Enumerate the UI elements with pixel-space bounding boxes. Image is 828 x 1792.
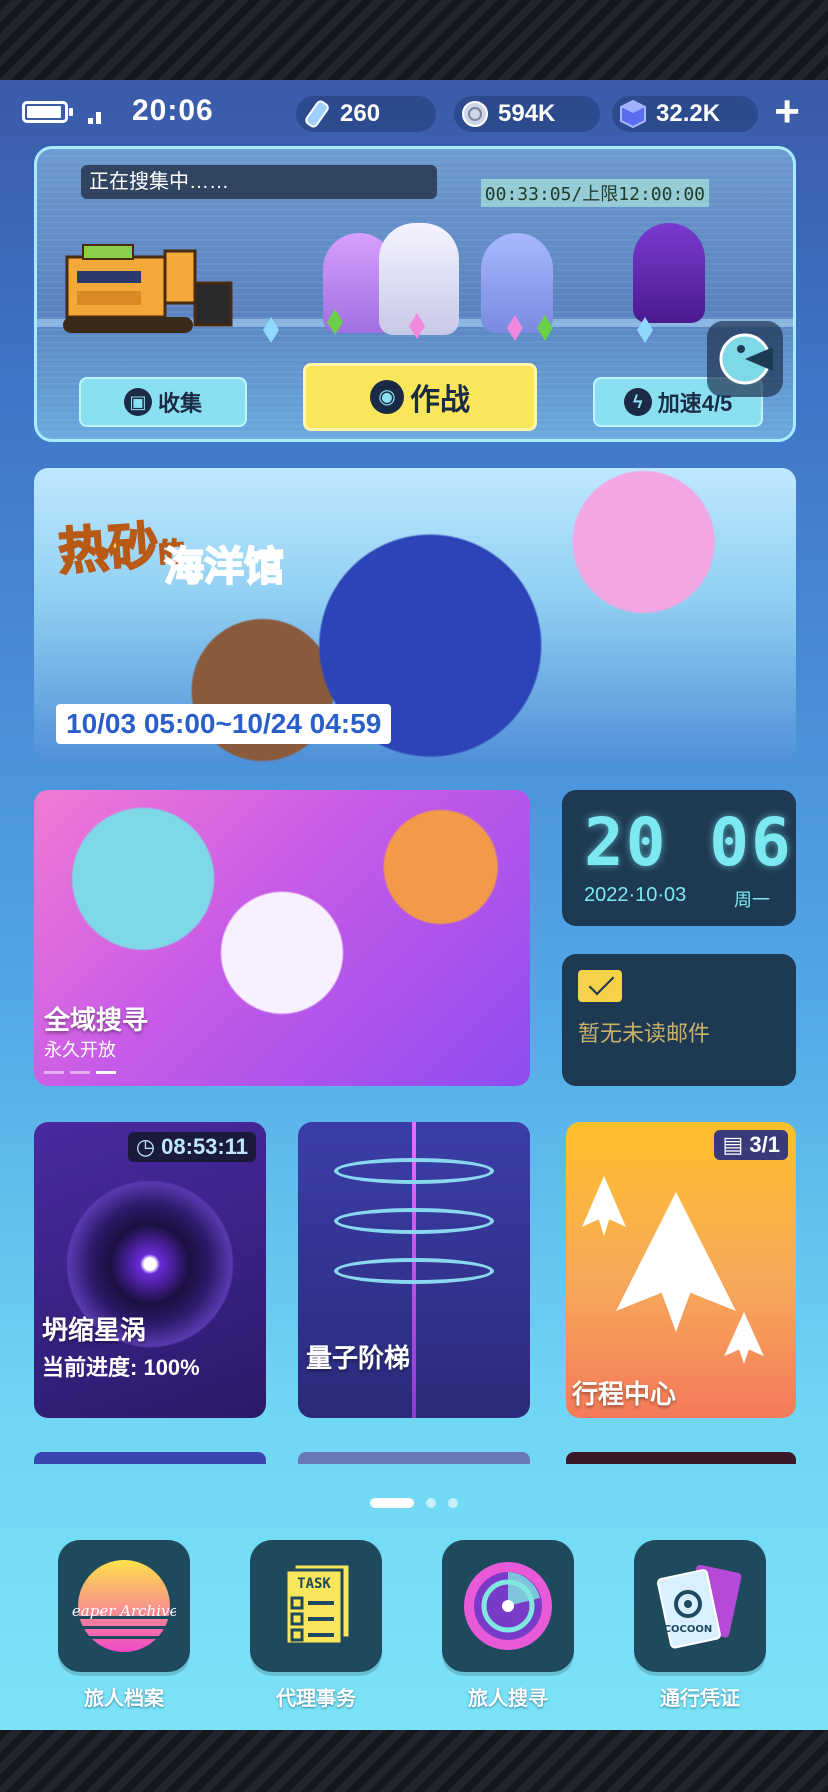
gathering-status-text: 正在搜集中…… bbox=[81, 165, 437, 199]
gem-value: 32.2K bbox=[656, 100, 721, 127]
global-search-tile[interactable]: 全域搜寻 永久开放 bbox=[34, 790, 530, 1086]
add-resource-button[interactable]: + bbox=[774, 90, 800, 134]
quantum-ladder-tile[interactable]: 量子阶梯 bbox=[298, 1122, 530, 1418]
dock-label-traveler-archives: 旅人档案 bbox=[84, 1688, 164, 1710]
clock-weekday: 周一 bbox=[734, 890, 770, 910]
spaceship-icon bbox=[582, 1176, 626, 1236]
banner-title-part1: 热砂 bbox=[55, 516, 161, 581]
quantum-ring bbox=[334, 1208, 494, 1234]
vortex-timer-value: 08:53:11 bbox=[161, 1134, 248, 1159]
dock-item-pass-voucher[interactable]: COCOON 通行凭证 bbox=[634, 1540, 766, 1711]
page-indicator bbox=[0, 1498, 828, 1508]
radar-icon[interactable] bbox=[442, 1540, 574, 1672]
side-float-button[interactable] bbox=[707, 321, 783, 397]
coin-icon bbox=[458, 97, 492, 131]
clock-icon: ◷ bbox=[135, 1134, 156, 1159]
pacman-companion-icon bbox=[719, 333, 773, 385]
top-bezel bbox=[0, 0, 828, 80]
vortex-progress-label: 当前进度: bbox=[42, 1355, 138, 1380]
coin-pill[interactable]: 594K bbox=[454, 96, 600, 132]
stamina-pill[interactable]: 260 bbox=[296, 96, 436, 132]
next-tile-peek bbox=[566, 1452, 796, 1464]
task-label-text: TASK bbox=[297, 1576, 331, 1592]
cube-icon: ▣ bbox=[123, 388, 152, 416]
ticket-badge: ▤ 3/1 bbox=[714, 1130, 788, 1160]
event-banner[interactable]: 热砂的 海洋馆 10/03 05:00~10/24 04:59 bbox=[34, 468, 796, 764]
coin-value: 594K bbox=[498, 100, 556, 127]
battle-label: 作战 bbox=[410, 384, 470, 417]
bottom-dock: Leaper Archives 旅人档案 TASK 代理事务 bbox=[0, 1540, 828, 1716]
carousel-indicator bbox=[44, 1071, 116, 1074]
travel-center-tile[interactable]: ▤ 3/1 行程中心 bbox=[566, 1122, 796, 1418]
collapse-vortex-tile[interactable]: ◷ 08:53:11 坍缩星涡 当前进度: 100% bbox=[34, 1122, 266, 1418]
task-list-icon[interactable]: TASK bbox=[250, 1540, 382, 1672]
dock-item-traveler-archives[interactable]: Leaper Archives 旅人档案 bbox=[58, 1540, 190, 1711]
status-bar: 20:06 260 594K 32.2K + bbox=[0, 80, 828, 144]
gathering-panel: 正在搜集中…… 00:33:05/上限12:00:00 ▣ 收集 ◉ 作战 ϟ … bbox=[34, 146, 796, 442]
gem-cube-icon bbox=[616, 97, 650, 131]
leaper-archives-icon[interactable]: Leaper Archives bbox=[58, 1540, 190, 1672]
dock-label-traveler-search: 旅人搜寻 bbox=[468, 1688, 548, 1710]
status-time: 20:06 bbox=[132, 94, 214, 127]
clock-date: 2022·10·03 bbox=[584, 884, 687, 906]
quantum-ring bbox=[334, 1258, 494, 1284]
dock-item-traveler-search[interactable]: 旅人搜寻 bbox=[442, 1540, 574, 1711]
mail-widget[interactable]: 暂无未读邮件 bbox=[562, 954, 796, 1086]
collect-button[interactable]: ▣ 收集 bbox=[79, 377, 247, 427]
travel-center-title: 行程中心 bbox=[572, 1379, 677, 1409]
ticket-count: 3/1 bbox=[749, 1132, 780, 1157]
spaceship-icon bbox=[724, 1312, 764, 1364]
harvester-machine-icon bbox=[63, 244, 233, 333]
vortex-progress-value: 100% bbox=[143, 1355, 200, 1380]
lightning-icon: ϟ bbox=[623, 388, 652, 416]
mail-envelope-icon bbox=[578, 970, 622, 1002]
location-pin-icon: ◉ bbox=[370, 380, 404, 414]
dock-label-agent-tasks: 代理事务 bbox=[276, 1688, 356, 1710]
collect-label: 收集 bbox=[157, 391, 202, 416]
banner-date-range: 10/03 05:00~10/24 04:59 bbox=[56, 704, 392, 744]
gathering-timer: 00:33:05/上限12:00:00 bbox=[480, 179, 709, 207]
quantum-title: 量子阶梯 bbox=[306, 1343, 411, 1373]
leaper-archives-logo-text: Leaper Archives bbox=[72, 1602, 176, 1620]
signal-icon bbox=[88, 108, 104, 124]
quantum-ring bbox=[334, 1158, 494, 1184]
vortex-progress: 当前进度: 100% bbox=[42, 1350, 200, 1382]
stamina-value: 260 bbox=[340, 100, 381, 127]
dock-label-pass-voucher: 通行凭证 bbox=[660, 1688, 740, 1710]
battery-icon bbox=[22, 101, 73, 123]
clock-widget: 20 06 2022·10·03 周一 bbox=[562, 790, 796, 926]
clock-time: 20 06 bbox=[584, 804, 793, 881]
companion-sprite-icon bbox=[633, 223, 705, 323]
battle-button[interactable]: ◉ 作战 bbox=[303, 363, 537, 431]
next-tile-peek bbox=[298, 1452, 530, 1464]
mail-status-text: 暂无未读邮件 bbox=[578, 1021, 711, 1046]
global-search-subtitle: 永久开放 bbox=[44, 1040, 116, 1060]
dock-item-agent-tasks[interactable]: TASK 代理事务 bbox=[250, 1540, 382, 1711]
pass-card-label-text: COCOON bbox=[664, 1624, 713, 1635]
next-tile-peek bbox=[34, 1452, 266, 1464]
stamina-crystal-icon bbox=[300, 97, 334, 131]
global-search-title: 全域搜寻 bbox=[44, 1005, 149, 1035]
home-screen: 20:06 260 594K 32.2K + 正在搜集中…… 00:33:05/… bbox=[0, 80, 828, 1730]
spaceship-icon bbox=[616, 1192, 736, 1332]
bottom-bezel bbox=[0, 1730, 828, 1792]
vortex-title: 坍缩星涡 bbox=[42, 1315, 147, 1345]
gem-pill[interactable]: 32.2K bbox=[612, 96, 758, 132]
ticket-icon: ▤ bbox=[722, 1132, 744, 1157]
banner-subtitle: 海洋馆 bbox=[163, 544, 285, 590]
vortex-timer: ◷ 08:53:11 bbox=[127, 1132, 256, 1162]
companion-sprite-icon bbox=[481, 233, 553, 333]
pass-card-icon[interactable]: COCOON bbox=[634, 1540, 766, 1672]
